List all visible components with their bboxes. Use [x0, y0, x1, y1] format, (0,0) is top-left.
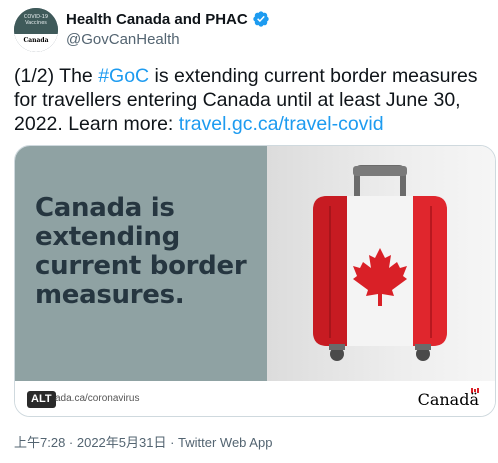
card-footer: ALT ada.ca/coronavirus Canadä — [15, 381, 495, 416]
tweet-timestamp[interactable]: 上午7:28 · 2022年5月31日 · Twitter Web App — [14, 432, 272, 451]
tweet: COVID-19 Vaccines Canada Health Canada a… — [0, 0, 498, 463]
card-footer-url: ada.ca/coronavirus — [55, 393, 140, 404]
avatar-text-bottom: Canada — [14, 34, 58, 52]
name-row: Health Canada and PHAC — [66, 10, 270, 28]
tweet-text: (1/2) The #GoC is extending current bord… — [14, 64, 492, 136]
verified-badge-icon — [253, 11, 269, 27]
travel-link[interactable]: travel.gc.ca/travel-covid — [179, 113, 384, 135]
suitcase-illustration — [313, 165, 447, 361]
card-text-panel: Canada is extending current border measu… — [15, 146, 267, 381]
alt-badge[interactable]: ALT — [27, 391, 56, 408]
avatar-text-top: COVID-19 Vaccines — [14, 8, 58, 34]
media-card[interactable]: Canada is extending current border measu… — [14, 145, 496, 417]
avatar[interactable]: COVID-19 Vaccines Canada — [14, 8, 58, 52]
tweet-text-part1: (1/2) The — [14, 65, 99, 87]
canada-wordmark: Canadä — [417, 390, 479, 409]
handle[interactable]: @GovCanHealth — [66, 31, 180, 48]
hashtag-link[interactable]: #GoC — [98, 65, 149, 87]
card-headline: Canada is extending current border measu… — [35, 193, 247, 310]
display-name[interactable]: Health Canada and PHAC — [66, 11, 248, 28]
suitcase-image — [267, 146, 495, 381]
